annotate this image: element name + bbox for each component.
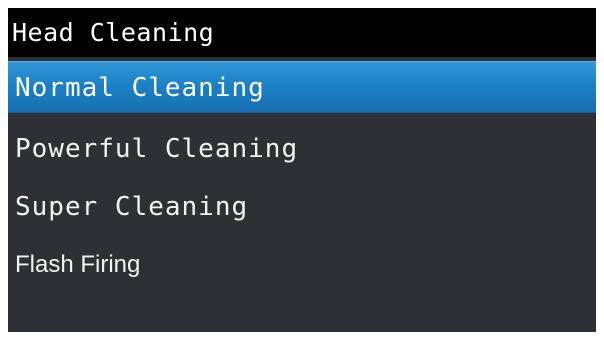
menu-item-flash-firing[interactable]: Flash Firing [8, 239, 596, 291]
menu-item-super-cleaning[interactable]: Super Cleaning [8, 181, 596, 233]
device-screen-frame: Head Cleaning Normal Cleaning Powerful C… [0, 0, 604, 340]
menu-item-powerful-cleaning[interactable]: Powerful Cleaning [8, 123, 596, 175]
lcd-display: Head Cleaning Normal Cleaning Powerful C… [8, 8, 596, 332]
screen-title: Head Cleaning [8, 8, 596, 57]
menu-item-normal-cleaning[interactable]: Normal Cleaning [8, 61, 596, 113]
